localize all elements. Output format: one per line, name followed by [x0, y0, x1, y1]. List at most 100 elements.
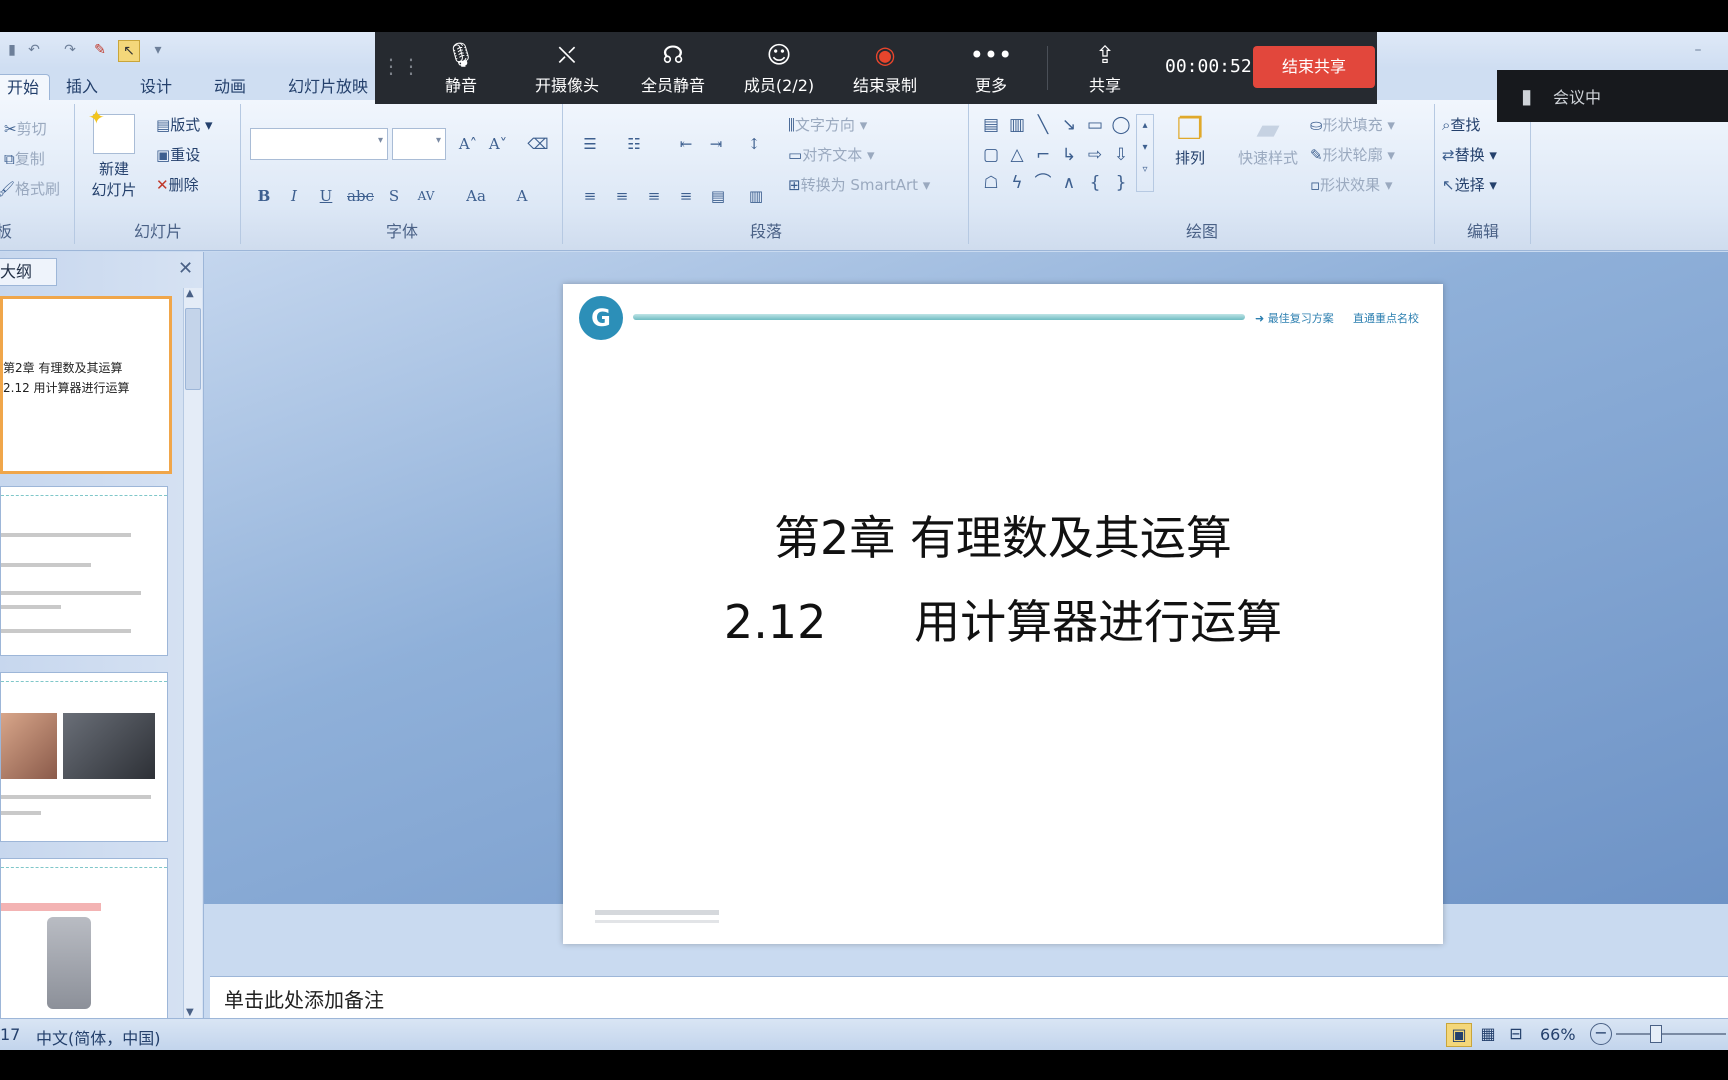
scroll-up-icon[interactable]: ▲: [186, 288, 194, 299]
shape-effects-button[interactable]: ▫形状效果 ▾: [1310, 174, 1393, 195]
textbox-shape-icon[interactable]: ▤: [980, 114, 1002, 136]
underline-icon[interactable]: U: [314, 184, 338, 208]
char-spacing-icon[interactable]: AV: [414, 184, 438, 208]
increase-indent-icon[interactable]: ⇥: [704, 132, 728, 156]
layout-button[interactable]: ▤版式 ▾: [156, 114, 213, 135]
grow-font-icon[interactable]: A˄: [456, 132, 480, 156]
bullets-icon[interactable]: ☰: [578, 132, 602, 156]
slideshow-view-icon[interactable]: ⊟: [1504, 1023, 1528, 1045]
italic-icon[interactable]: I: [282, 184, 306, 208]
undo-icon[interactable]: ↶: [24, 40, 44, 60]
freeform-shape-icon[interactable]: ☖: [980, 172, 1002, 194]
quick-styles-button[interactable]: ▰ 快速样式: [1232, 112, 1304, 168]
distributed-icon[interactable]: ▤: [706, 184, 730, 208]
slide-thumbnail-4[interactable]: [0, 858, 168, 1020]
reset-button[interactable]: ▣重设: [156, 144, 200, 165]
zoom-slider[interactable]: [1616, 1033, 1726, 1035]
font-family-select[interactable]: ▾: [250, 128, 388, 160]
slides-panel-scrollbar[interactable]: ▲ ▼: [183, 288, 202, 1018]
shapes-more-icon[interactable]: ▴ ▾ ▿: [1136, 114, 1154, 192]
members-button[interactable]: ☺ 成员(2/2): [735, 38, 823, 96]
strikethrough-icon[interactable]: abc: [346, 184, 374, 208]
change-case-icon[interactable]: Aa: [464, 184, 488, 208]
align-text-button[interactable]: ▭对齐文本 ▾: [788, 144, 875, 165]
justify-icon[interactable]: ≡: [674, 184, 698, 208]
clear-format-icon[interactable]: ⌫: [526, 132, 550, 156]
close-panel-icon[interactable]: ✕: [178, 258, 193, 279]
align-center-icon[interactable]: ≡: [610, 184, 634, 208]
format-painter-button[interactable]: 🖌格式刷: [0, 178, 60, 199]
tab-home[interactable]: 开始: [0, 74, 51, 101]
language-indicator[interactable]: 中文(简体，中国): [36, 1025, 161, 1049]
tab-slideshow[interactable]: 幻灯片放映: [288, 74, 368, 100]
right-brace-shape-icon[interactable]: }: [1110, 172, 1132, 194]
end-share-button[interactable]: 结束共享: [1253, 46, 1375, 88]
scroll-down-icon[interactable]: ▼: [186, 1007, 194, 1018]
pointer-icon[interactable]: ↖: [118, 40, 140, 62]
shape-outline-button[interactable]: ✎形状轮廓 ▾: [1310, 144, 1395, 165]
normal-view-icon[interactable]: ▣: [1446, 1023, 1472, 1047]
shadow-icon[interactable]: S: [382, 184, 406, 208]
scroll-thumb[interactable]: [185, 308, 201, 390]
camera-button[interactable]: ⛌ 开摄像头: [523, 38, 611, 96]
slide-thumbnail-3[interactable]: [0, 672, 168, 842]
numbering-icon[interactable]: ☷: [622, 132, 646, 156]
decrease-indent-icon[interactable]: ⇤: [674, 132, 698, 156]
tab-design[interactable]: 设计: [140, 74, 172, 100]
line-spacing-icon[interactable]: ↕: [742, 132, 766, 156]
columns-icon[interactable]: ▥: [744, 184, 768, 208]
replace-button[interactable]: ⇄替换 ▾: [1442, 144, 1497, 165]
bold-icon[interactable]: B: [252, 184, 276, 208]
arrow-line-shape-icon[interactable]: ↘: [1058, 114, 1080, 136]
oval-shape-icon[interactable]: ◯: [1110, 114, 1132, 136]
mute-all-button[interactable]: ☊ 全员静音: [629, 38, 717, 96]
slide-thumbnail-1[interactable]: 第2章 有理数及其运算 2.12 用计算器进行运算: [0, 296, 172, 474]
down-arrow-shape-icon[interactable]: ⇩: [1110, 144, 1132, 166]
align-right-icon[interactable]: ≡: [642, 184, 666, 208]
zoom-out-icon[interactable]: −: [1590, 1023, 1612, 1045]
tab-animation[interactable]: 动画: [214, 74, 246, 100]
save-icon[interactable]: ▮: [2, 40, 22, 60]
tab-insert[interactable]: 插入: [66, 74, 98, 100]
outline-tab[interactable]: 大纲: [0, 258, 57, 286]
shrink-font-icon[interactable]: A˅: [486, 132, 510, 156]
more-button[interactable]: ••• 更多: [947, 38, 1035, 96]
font-size-select[interactable]: ▾: [392, 128, 446, 160]
curve-shape-icon[interactable]: ∧: [1058, 172, 1080, 194]
elbow-arrow-shape-icon[interactable]: ↳: [1058, 144, 1080, 166]
minimize-icon[interactable]: –: [1688, 40, 1708, 60]
triangle-shape-icon[interactable]: △: [1006, 144, 1028, 166]
right-arrow-shape-icon[interactable]: ⇨: [1084, 144, 1106, 166]
end-recording-button[interactable]: ◉ 结束录制: [841, 38, 929, 96]
lightning-shape-icon[interactable]: ϟ: [1006, 172, 1028, 194]
shape-fill-button[interactable]: ⛀形状填充 ▾: [1310, 114, 1395, 135]
redo-icon[interactable]: ↷: [60, 40, 80, 60]
copy-button[interactable]: ⧉复制: [4, 148, 45, 169]
elbow-connector-shape-icon[interactable]: ⌐: [1032, 144, 1054, 166]
vertical-textbox-shape-icon[interactable]: ▥: [1006, 114, 1028, 136]
drag-handle-icon[interactable]: ⋮⋮: [381, 54, 421, 78]
slide-sorter-icon[interactable]: ▦: [1476, 1023, 1500, 1045]
zoom-slider-thumb[interactable]: [1650, 1025, 1662, 1043]
cut-button[interactable]: ✂剪切: [4, 118, 47, 139]
zoom-level[interactable]: 66%: [1540, 1025, 1576, 1044]
notes-pane[interactable]: 单击此处添加备注: [210, 976, 1728, 1024]
left-brace-shape-icon[interactable]: {: [1084, 172, 1106, 194]
font-color-icon[interactable]: A: [510, 184, 534, 208]
rounded-rect-shape-icon[interactable]: ▢: [980, 144, 1002, 166]
select-button[interactable]: ↖选择 ▾: [1442, 174, 1497, 195]
align-left-icon[interactable]: ≡: [578, 184, 602, 208]
mute-button[interactable]: 🎙 静音: [417, 38, 505, 96]
new-slide-button[interactable]: ✦ 新建 幻灯片: [82, 105, 146, 200]
arrange-button[interactable]: ❐ 排列: [1166, 112, 1214, 168]
line-shape-icon[interactable]: ╲: [1032, 114, 1054, 136]
text-direction-button[interactable]: ⫼文字方向 ▾: [788, 114, 867, 135]
pen-icon[interactable]: ✎: [90, 40, 110, 60]
rectangle-shape-icon[interactable]: ▭: [1084, 114, 1106, 136]
share-button[interactable]: ⇪ 共享: [1061, 38, 1149, 96]
delete-slide-button[interactable]: ✕删除: [156, 174, 199, 195]
slide-thumbnail-2[interactable]: [0, 486, 168, 656]
arc-shape-icon[interactable]: ⌒: [1032, 172, 1054, 194]
current-slide[interactable]: G ➜ 最佳复习方案 直通重点名校 第2章 有理数及其运算 2.12 用计算器进…: [563, 284, 1443, 944]
find-button[interactable]: ⌕查找: [1442, 114, 1480, 135]
